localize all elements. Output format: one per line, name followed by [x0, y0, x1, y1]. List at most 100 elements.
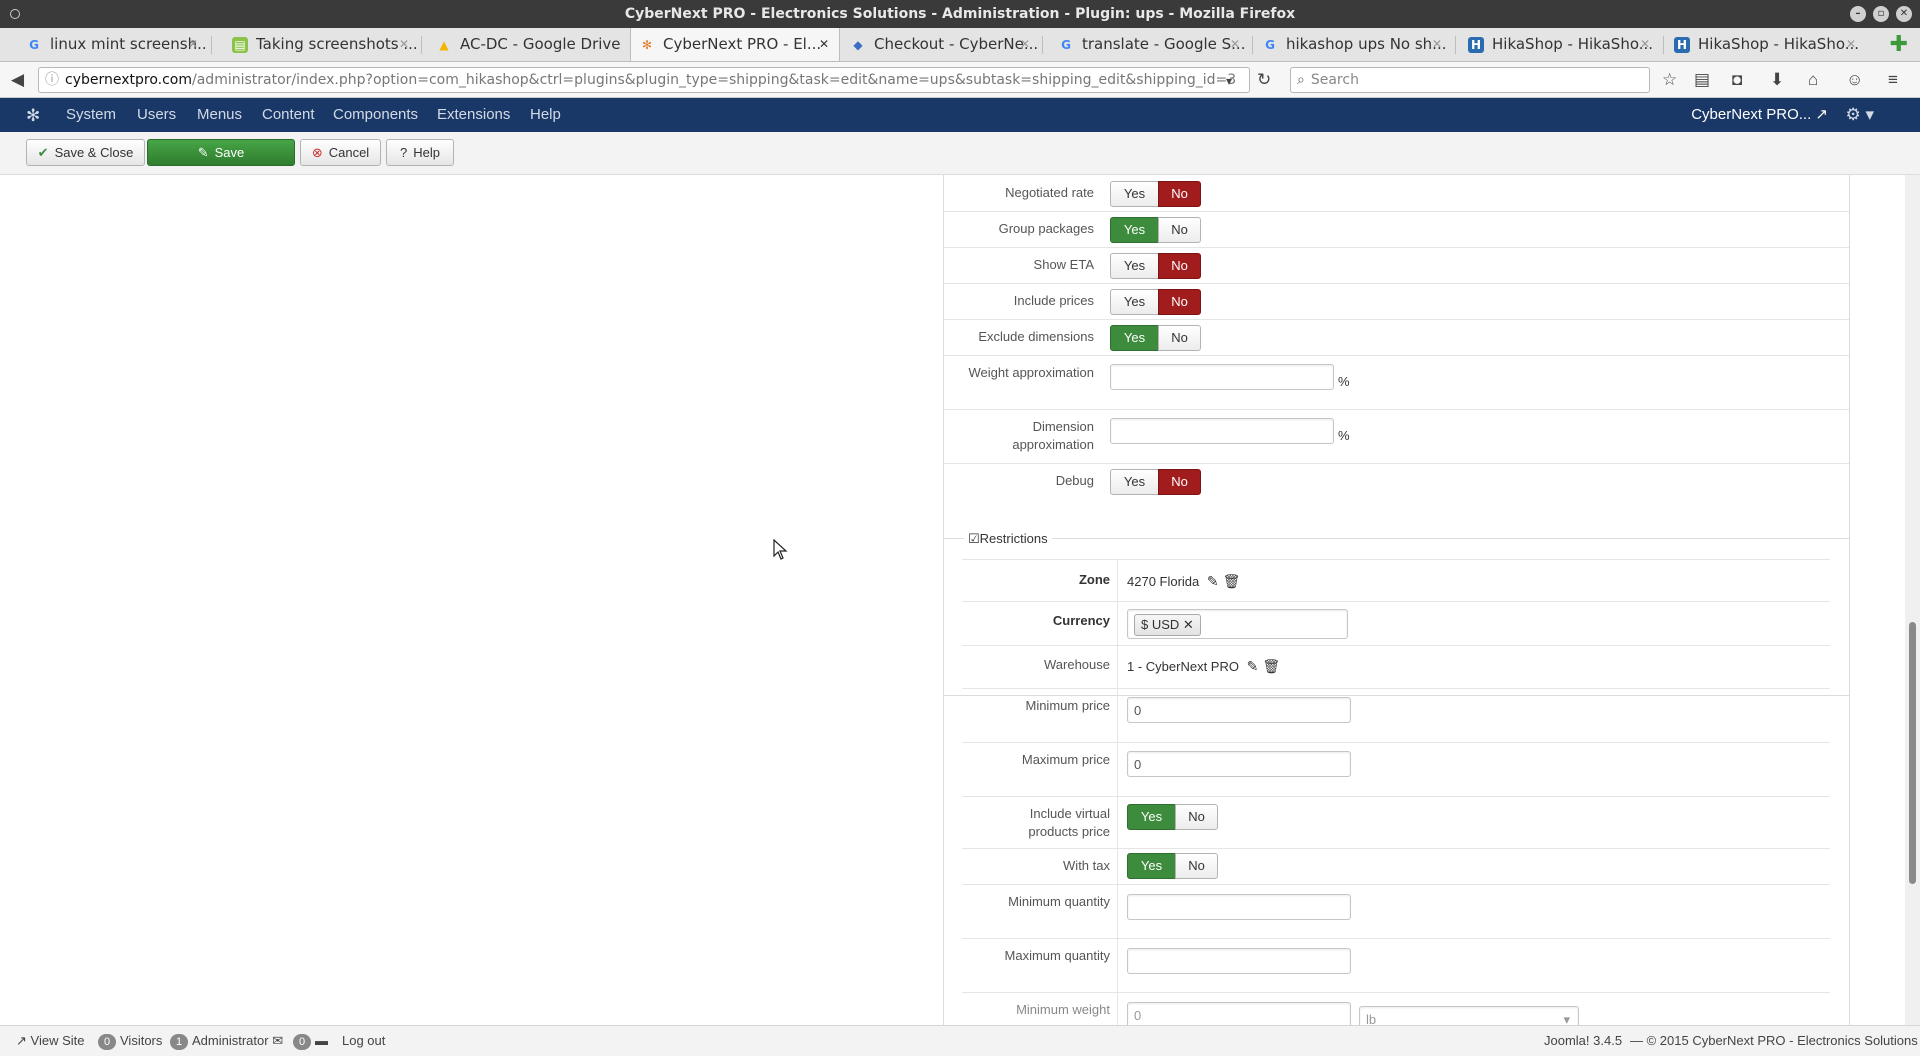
currency-select[interactable]: $ USD ✕ — [1127, 609, 1348, 639]
include-prices-yes[interactable]: Yes — [1110, 289, 1159, 315]
maximum-quantity-input[interactable] — [1127, 948, 1351, 974]
minimum-quantity-input[interactable] — [1127, 894, 1351, 920]
close-window-button[interactable]: ✕ — [1896, 6, 1912, 22]
external-link-icon: ↗ — [16, 1033, 27, 1048]
new-tab-icon[interactable]: ✚ — [1890, 32, 1908, 56]
tab-hikashop-ups[interactable]: Ghikashop ups No sh... ✕ — [1254, 28, 1452, 61]
tab-close-icon[interactable]: ✕ — [1230, 28, 1240, 61]
debug-no[interactable]: No — [1158, 469, 1201, 495]
joomla-icon[interactable]: ✻ — [26, 106, 40, 126]
cancel-icon: ⊗ — [311, 145, 323, 160]
show-eta-yes[interactable]: Yes — [1110, 253, 1159, 279]
bookmark-star-icon[interactable]: ☆ — [1662, 70, 1677, 89]
trash-icon[interactable]: 🗑 — [1223, 573, 1241, 589]
row-include-prices: Include prices Yes No — [944, 283, 1849, 320]
save-close-button[interactable]: ✔ Save & Close — [26, 139, 145, 166]
group-packages-yes[interactable]: Yes — [1110, 217, 1159, 243]
menu-system[interactable]: System — [66, 98, 116, 132]
save-button[interactable]: ✎ Save — [147, 139, 295, 166]
restrictions-checkbox[interactable]: ☑ — [968, 531, 980, 546]
tab-close-icon[interactable]: ✕ — [1846, 28, 1856, 61]
dimension-approximation-label: Dimension approximation — [1012, 419, 1094, 452]
mail-icon[interactable]: ✉ — [272, 1033, 283, 1048]
include-virtual-yes[interactable]: Yes — [1127, 804, 1176, 830]
menu-components[interactable]: Components — [333, 98, 418, 132]
browser-nav-bar: ◀ ⓘ cybernextpro.com/administrator/index.… — [0, 62, 1920, 98]
chat-icon[interactable]: ☺ — [1846, 70, 1863, 89]
site-info-icon[interactable]: ⓘ — [45, 72, 59, 88]
tab-hikashop-2[interactable]: H HikaShop - HikaSho... ✕ — [1666, 28, 1866, 61]
negotiated-rate-yes[interactable]: Yes — [1110, 181, 1159, 207]
downloads-icon[interactable]: ⬇ — [1770, 70, 1784, 89]
minimum-price-input[interactable]: 0 — [1127, 697, 1351, 723]
menu-users[interactable]: Users — [137, 98, 176, 132]
include-virtual-no[interactable]: No — [1175, 804, 1218, 830]
debug-yes[interactable]: Yes — [1110, 469, 1159, 495]
search-input[interactable]: ⌕ Search — [1290, 67, 1650, 93]
tab-close-icon[interactable]: ✕ — [1020, 28, 1030, 61]
joomla-icon: ✻ — [641, 37, 653, 52]
tab-cybernext-admin[interactable]: ✻ CyberNext PRO - El... ✕ — [630, 28, 840, 61]
include-virtual-label: Include virtual products price — [1028, 806, 1110, 839]
maximum-price-input[interactable]: 0 — [1127, 751, 1351, 777]
tab-close-icon[interactable]: ✕ — [399, 28, 409, 61]
negotiated-rate-no[interactable]: No — [1158, 181, 1201, 207]
cancel-button[interactable]: ⊗ Cancel — [300, 139, 381, 166]
scrollbar-thumb[interactable] — [1909, 622, 1916, 884]
tab-close-icon[interactable]: ✕ — [188, 28, 198, 61]
external-link-icon: ↗ — [1815, 106, 1828, 123]
tab-taking-screenshots[interactable]: ▤ Taking screenshots ... ✕ — [224, 28, 419, 61]
exclude-dimensions-no[interactable]: No — [1158, 325, 1201, 351]
tab-linux-mint[interactable]: Glinux mint screensh... ✕ — [18, 28, 208, 61]
menu-extensions[interactable]: Extensions — [437, 98, 510, 132]
weight-unit-select[interactable]: lb ▾ — [1359, 1006, 1579, 1025]
tab-close-icon[interactable]: ✕ — [1432, 28, 1442, 61]
tab-google-drive[interactable]: ▲ AC-DC - Google Drive — [428, 28, 628, 61]
weight-approximation-input[interactable] — [1110, 364, 1334, 390]
row-negotiated-rate: Negotiated rate Yes No — [944, 175, 1849, 212]
reload-icon[interactable]: ↻ — [1257, 70, 1271, 89]
home-icon[interactable]: ⌂ — [1808, 70, 1818, 89]
show-eta-no[interactable]: No — [1158, 253, 1201, 279]
window-menu-icon[interactable] — [10, 9, 20, 19]
minimum-weight-input[interactable]: 0 — [1127, 1002, 1351, 1025]
row-minimum-quantity: Minimum quantity — [962, 884, 1830, 939]
logout-link[interactable]: Log out — [342, 1026, 385, 1056]
back-icon[interactable]: ◀ — [11, 70, 24, 89]
cube-icon: ◆ — [853, 37, 863, 52]
pocket-icon[interactable]: ◘ — [1732, 70, 1742, 89]
reading-list-icon[interactable]: ▤ — [1694, 70, 1710, 89]
with-tax-no[interactable]: No — [1175, 853, 1218, 879]
menu-menus[interactable]: Menus — [197, 98, 242, 132]
exclude-dimensions-yes[interactable]: Yes — [1110, 325, 1159, 351]
menu-help[interactable]: Help — [530, 98, 561, 132]
tab-translate[interactable]: Gtranslate - Google S... ✕ — [1050, 28, 1250, 61]
page-scrollbar[interactable] — [1905, 175, 1920, 1025]
tab-hikashop-1[interactable]: H HikaShop - HikaSho... ✕ — [1460, 28, 1660, 61]
trash-icon[interactable]: 🗑 — [1262, 658, 1280, 674]
row-zone: Zone 4270 Florida ✎ 🗑 — [962, 560, 1830, 602]
row-with-tax: With tax Yes No — [962, 848, 1830, 885]
url-dropdown-icon[interactable]: ▾ — [1226, 72, 1232, 91]
pencil-icon[interactable]: ✎ — [1247, 658, 1259, 674]
site-name-link[interactable]: CyberNext PRO... ↗ — [1691, 98, 1828, 132]
pencil-icon[interactable]: ✎ — [1207, 573, 1219, 589]
minimize-button[interactable]: – — [1850, 6, 1866, 22]
tab-close-icon[interactable]: ✕ — [1640, 28, 1650, 61]
tab-checkout[interactable]: ◆ Checkout - CyberNe... ✕ — [842, 28, 1040, 61]
messages-count[interactable]: 0 ▬ — [293, 1026, 328, 1056]
view-site-link[interactable]: ↗ View Site — [16, 1026, 85, 1056]
dimension-approximation-input[interactable] — [1110, 418, 1334, 444]
maximize-button[interactable]: ▫ — [1873, 6, 1889, 22]
url-bar[interactable]: ⓘ cybernextpro.com/administrator/index.ph… — [38, 67, 1250, 93]
tab-close-icon[interactable]: ✕ — [819, 28, 829, 61]
group-packages-no[interactable]: No — [1158, 217, 1201, 243]
with-tax-yes[interactable]: Yes — [1127, 853, 1176, 879]
menu-icon[interactable]: ≡ — [1888, 70, 1898, 89]
gear-icon[interactable]: ⚙ ▾ — [1846, 105, 1875, 125]
remove-currency-icon[interactable]: ✕ — [1183, 617, 1194, 632]
help-icon: ? — [400, 145, 408, 160]
include-prices-no[interactable]: No — [1158, 289, 1201, 315]
help-button[interactable]: ? Help — [386, 139, 454, 166]
menu-content[interactable]: Content — [262, 98, 315, 132]
